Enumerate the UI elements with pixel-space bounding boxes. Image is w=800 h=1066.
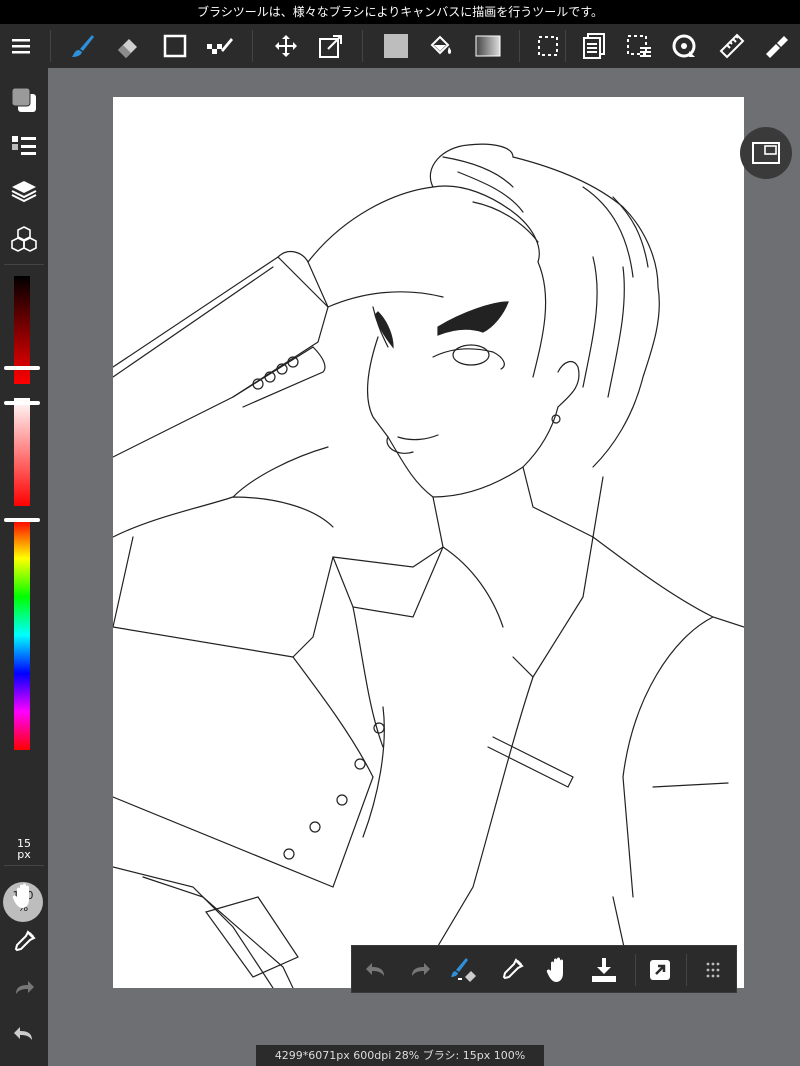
toolbar-divider [50,30,51,62]
materials-button[interactable] [4,219,44,259]
share-icon [650,960,670,980]
saturation-slider-thumb[interactable] [4,401,40,406]
hue-slider[interactable] [14,520,30,750]
layers-button[interactable] [4,172,44,212]
quickbar-divider [635,954,636,986]
eraser-tool-button[interactable] [108,24,148,68]
pen-settings-button[interactable] [756,24,796,68]
navigator-toggle-button[interactable] [740,127,792,179]
navigator-icon [752,142,780,164]
color-swatch-icon [11,87,36,112]
eraser-tool-icon [118,39,137,58]
quickbar-share-button[interactable] [640,950,680,990]
transform-tool-icon [319,35,342,58]
toolbar-divider [519,30,520,62]
brush-size-unit: px [17,848,31,861]
top-toolbar [0,24,800,68]
eyedropper-icon [502,958,524,980]
fill-color-icon [384,34,408,58]
quickbar-undo-button[interactable] [356,950,396,990]
quickbar-save-button[interactable] [584,950,624,990]
quick-access-bar [351,945,737,993]
saturation-slider[interactable] [14,398,30,506]
eyedropper-icon [14,930,36,952]
bucket-tool-icon [430,35,452,55]
ruler-button[interactable] [712,24,752,68]
quickbar-more-button[interactable] [693,950,733,990]
menu-button[interactable] [2,24,42,68]
more-icon [706,962,720,978]
hand-icon [546,957,563,982]
brush-list-button[interactable] [4,126,44,166]
toolbar-divider [362,30,363,62]
redo-icon [16,981,34,994]
dot-tool-button[interactable] [200,24,240,68]
hand-tool-button[interactable] [4,876,44,916]
sidebar-divider [4,264,44,265]
materials-icon [11,226,37,252]
undo-button[interactable] [4,1014,44,1054]
drawing-canvas[interactable] [113,97,744,988]
transform-tool-button[interactable] [311,24,351,68]
pen-settings-icon [766,36,788,58]
color-swatch-button[interactable] [4,80,44,120]
brush-size-readout[interactable]: 15 px [6,838,42,860]
rectangle-tool-icon [163,34,187,58]
move-tool-icon [275,35,297,57]
gradient-tool-button[interactable] [468,24,508,68]
menu-icon [12,39,30,54]
status-bar: 4299*6071px 600dpi 28% ブラシ: 15px 100% [256,1045,544,1066]
rotate-icon [672,34,696,58]
redo-icon [412,963,430,976]
redo-button[interactable] [4,968,44,1008]
hand-icon [12,883,29,908]
brush-tool-button[interactable] [63,24,103,68]
gradient-tool-icon [475,35,501,57]
tool-tooltip: ブラシツールは、様々なブラシによりキャンバスに描画を行うツールです。 [0,0,800,24]
bucket-tool-button[interactable] [421,24,461,68]
quickbar-redo-button[interactable] [400,950,440,990]
quickbar-divider [686,954,687,986]
brightness-slider-thumb[interactable] [4,365,40,370]
save-icon [592,958,616,982]
rectangle-tool-button[interactable] [155,24,195,68]
selection-menu-icon [627,35,651,57]
selection-menu-button[interactable] [619,24,659,68]
hue-slider-thumb[interactable] [4,518,40,522]
layer-copy-button[interactable] [574,24,614,68]
ruler-icon [719,33,745,59]
toolbar-divider [252,30,253,62]
quickbar-hand-button[interactable] [538,950,578,990]
left-sidebar: 15 px 100 % [0,68,48,1066]
undo-icon [14,1027,32,1040]
fill-color-button[interactable] [376,24,416,68]
quickbar-eyedropper-button[interactable] [492,950,532,990]
line-art-illustration [113,143,744,988]
move-tool-button[interactable] [266,24,306,68]
quickbar-brush-eraser-button[interactable] [444,950,484,990]
layer-copy-icon [583,33,605,59]
select-tool-icon [538,36,558,56]
dot-tool-icon [207,38,233,54]
eyedropper-button[interactable] [4,922,44,962]
toolbar-divider [565,30,566,62]
brush-list-icon [12,136,36,155]
undo-icon [366,963,384,976]
rotate-button[interactable] [664,24,704,68]
sidebar-divider [4,865,44,866]
layers-icon [11,181,37,203]
brush-eraser-toggle-icon [451,958,476,982]
select-tool-button[interactable] [528,24,568,68]
brush-tool-icon [72,35,94,57]
